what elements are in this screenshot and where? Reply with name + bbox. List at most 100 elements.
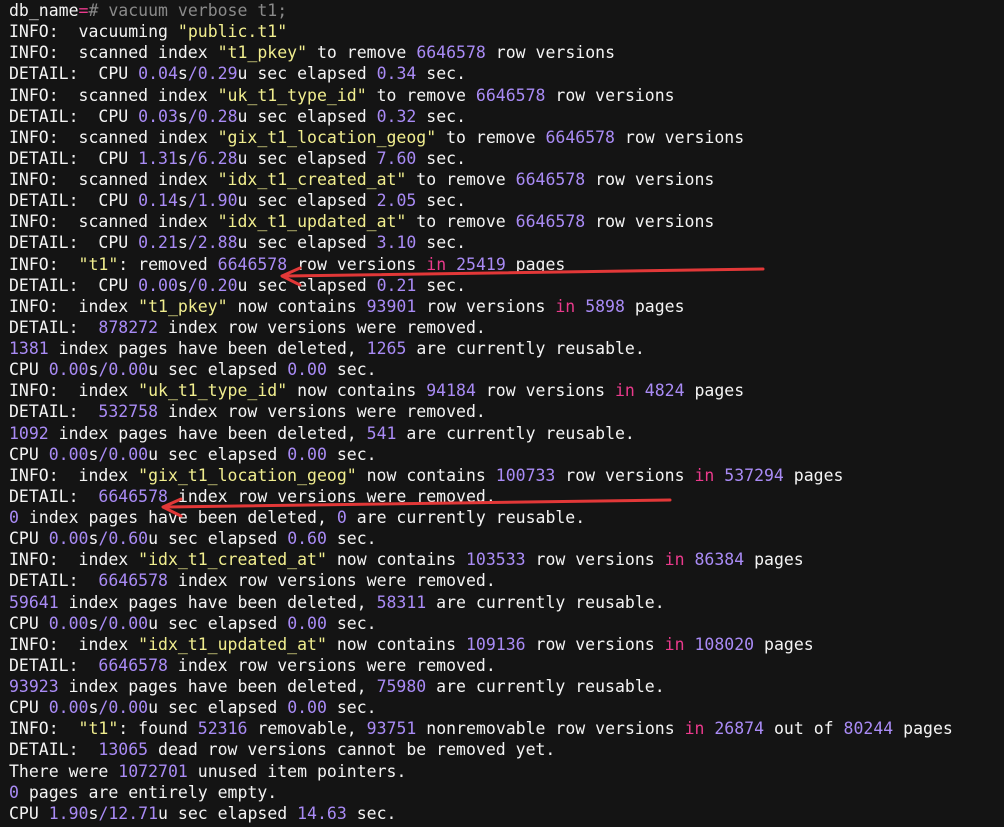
numeric-value: 13065	[98, 740, 149, 760]
output-text: to remove	[366, 85, 476, 105]
numeric-value: 0.00	[287, 360, 327, 380]
terminal-output[interactable]: db_name=# vacuum verbose t1; INFO: vacuum…	[9, 0, 999, 827]
output-text: DETAIL:	[9, 740, 99, 760]
output-text: out of	[764, 719, 844, 739]
numeric-value: 6646578	[515, 212, 586, 232]
output-text: u sec elapsed	[148, 613, 288, 633]
quoted-identifier: "uk_t1_type_id"	[138, 381, 288, 401]
numeric-value: 541	[366, 423, 397, 443]
numeric-value: 108020	[694, 634, 755, 654]
output-text: index pages have been deleted,	[18, 508, 337, 527]
output-line: INFO: index "t1_pkey" now contains 93901…	[9, 296, 999, 317]
numeric-value: 1.31	[138, 148, 178, 168]
output-text: DETAIL:	[9, 571, 99, 591]
output-text: u sec elapsed	[237, 191, 377, 211]
output-line: CPU 1.90s/12.71u sec elapsed 14.63 sec.	[9, 803, 999, 824]
output-text: : found	[118, 719, 198, 739]
quoted-identifier: "uk_t1_type_id"	[217, 85, 367, 105]
output-line: DETAIL: 6646578 index row versions were …	[9, 655, 999, 676]
output-line: CPU 0.00s/0.00u sec elapsed 0.00 sec.	[9, 697, 999, 718]
output-line: CPU 0.00s/0.00u sec elapsed 0.00 sec.	[9, 359, 999, 380]
quoted-identifier: "idx_t1_updated_at"	[138, 634, 327, 654]
output-text: to remove	[307, 43, 417, 63]
output-text: s	[88, 698, 99, 718]
output-text: INFO: index	[9, 550, 139, 570]
output-text: row versions	[485, 43, 615, 63]
numeric-value: /0.00	[98, 444, 149, 464]
output-line: INFO: index "uk_t1_type_id" now contains…	[9, 380, 999, 401]
output-text: pages	[893, 719, 953, 739]
output-text: sec.	[416, 106, 466, 126]
output-text: sec.	[416, 64, 466, 84]
output-text: s	[177, 233, 188, 253]
output-text: sec.	[326, 698, 377, 718]
output-text: INFO: scanned index	[9, 212, 218, 232]
numeric-value: 0.00	[48, 613, 89, 633]
numeric-value: 2.05	[376, 191, 417, 211]
numeric-value: 0.04	[138, 64, 178, 84]
output-line: DETAIL: 6646578 index row versions were …	[9, 486, 999, 507]
output-text: row versions	[615, 127, 745, 147]
quoted-identifier: "idx_t1_updated_at"	[217, 212, 407, 232]
output-line: 93923 index pages have been deleted, 759…	[9, 676, 999, 697]
numeric-value: 7.60	[376, 148, 417, 168]
numeric-value: 59641	[9, 592, 59, 612]
output-text: u sec elapsed	[148, 698, 288, 718]
numeric-value: 1.90	[48, 803, 89, 823]
output-text: There were	[9, 761, 119, 781]
command-text: # vacuum verbose t1;	[88, 1, 288, 20]
keyword-in: in	[555, 296, 576, 316]
numeric-value: 93901	[366, 296, 417, 316]
output-text: u sec elapsed	[237, 275, 377, 295]
output-text: DETAIL: CPU	[9, 191, 139, 211]
output-line: INFO: "t1": found 52316 removable, 93751…	[9, 718, 999, 739]
output-line: DETAIL: 6646578 index row versions were …	[9, 570, 999, 591]
quoted-identifier: "t1_pkey"	[217, 43, 308, 63]
output-line: DETAIL: 13065 dead row versions cannot b…	[9, 739, 999, 760]
output-text: CPU	[9, 803, 49, 823]
output-line: 1381 index pages have been deleted, 1265…	[9, 338, 999, 359]
output-text: sec.	[326, 529, 377, 549]
numeric-value: /0.20	[187, 275, 238, 295]
numeric-value: 52316	[197, 719, 248, 739]
numeric-value: /0.29	[187, 64, 238, 84]
numeric-value: 94184	[426, 381, 476, 401]
numeric-value: 0	[9, 782, 19, 802]
numeric-value: /0.00	[98, 360, 149, 380]
keyword-in: in	[694, 465, 715, 485]
numeric-value: 0.00	[48, 698, 89, 718]
output-text: removable,	[247, 719, 367, 739]
keyword-in: in	[684, 719, 705, 739]
numeric-value: 100733	[495, 465, 556, 485]
output-text: pages	[744, 550, 804, 570]
numeric-value: 5898	[585, 296, 625, 316]
numeric-value: 26874	[714, 719, 765, 739]
output-text: now contains	[227, 296, 367, 316]
output-text: INFO: scanned index	[9, 127, 218, 147]
output-text: sec.	[346, 803, 397, 823]
output-text: INFO: index	[9, 296, 139, 316]
numeric-value: 6646578	[217, 254, 288, 274]
numeric-value: 537294	[724, 465, 784, 485]
output-text: are currently reusable.	[426, 677, 665, 696]
numeric-value: 878272	[98, 317, 159, 337]
output-line: 0 index pages have been deleted, 0 are c…	[9, 507, 999, 528]
output-text: now contains	[356, 465, 496, 485]
output-line: DETAIL: CPU 0.03s/0.28u sec elapsed 0.32…	[9, 106, 999, 127]
numeric-value: 93751	[366, 719, 417, 739]
output-text: are currently reusable.	[396, 423, 635, 443]
output-text: DETAIL:	[9, 317, 99, 337]
output-text: index row versions were removed.	[158, 402, 486, 422]
numeric-value: 0.00	[287, 613, 327, 633]
numeric-value: 0	[9, 508, 19, 527]
output-text: s	[88, 613, 99, 633]
output-text: pages	[783, 465, 844, 485]
output-text: CPU	[9, 529, 49, 549]
numeric-value: 0.00	[138, 275, 178, 295]
output-line: INFO: scanned index "idx_t1_updated_at" …	[9, 211, 999, 232]
output-line: DETAIL: CPU 1.31s/6.28u sec elapsed 7.60…	[9, 148, 999, 169]
